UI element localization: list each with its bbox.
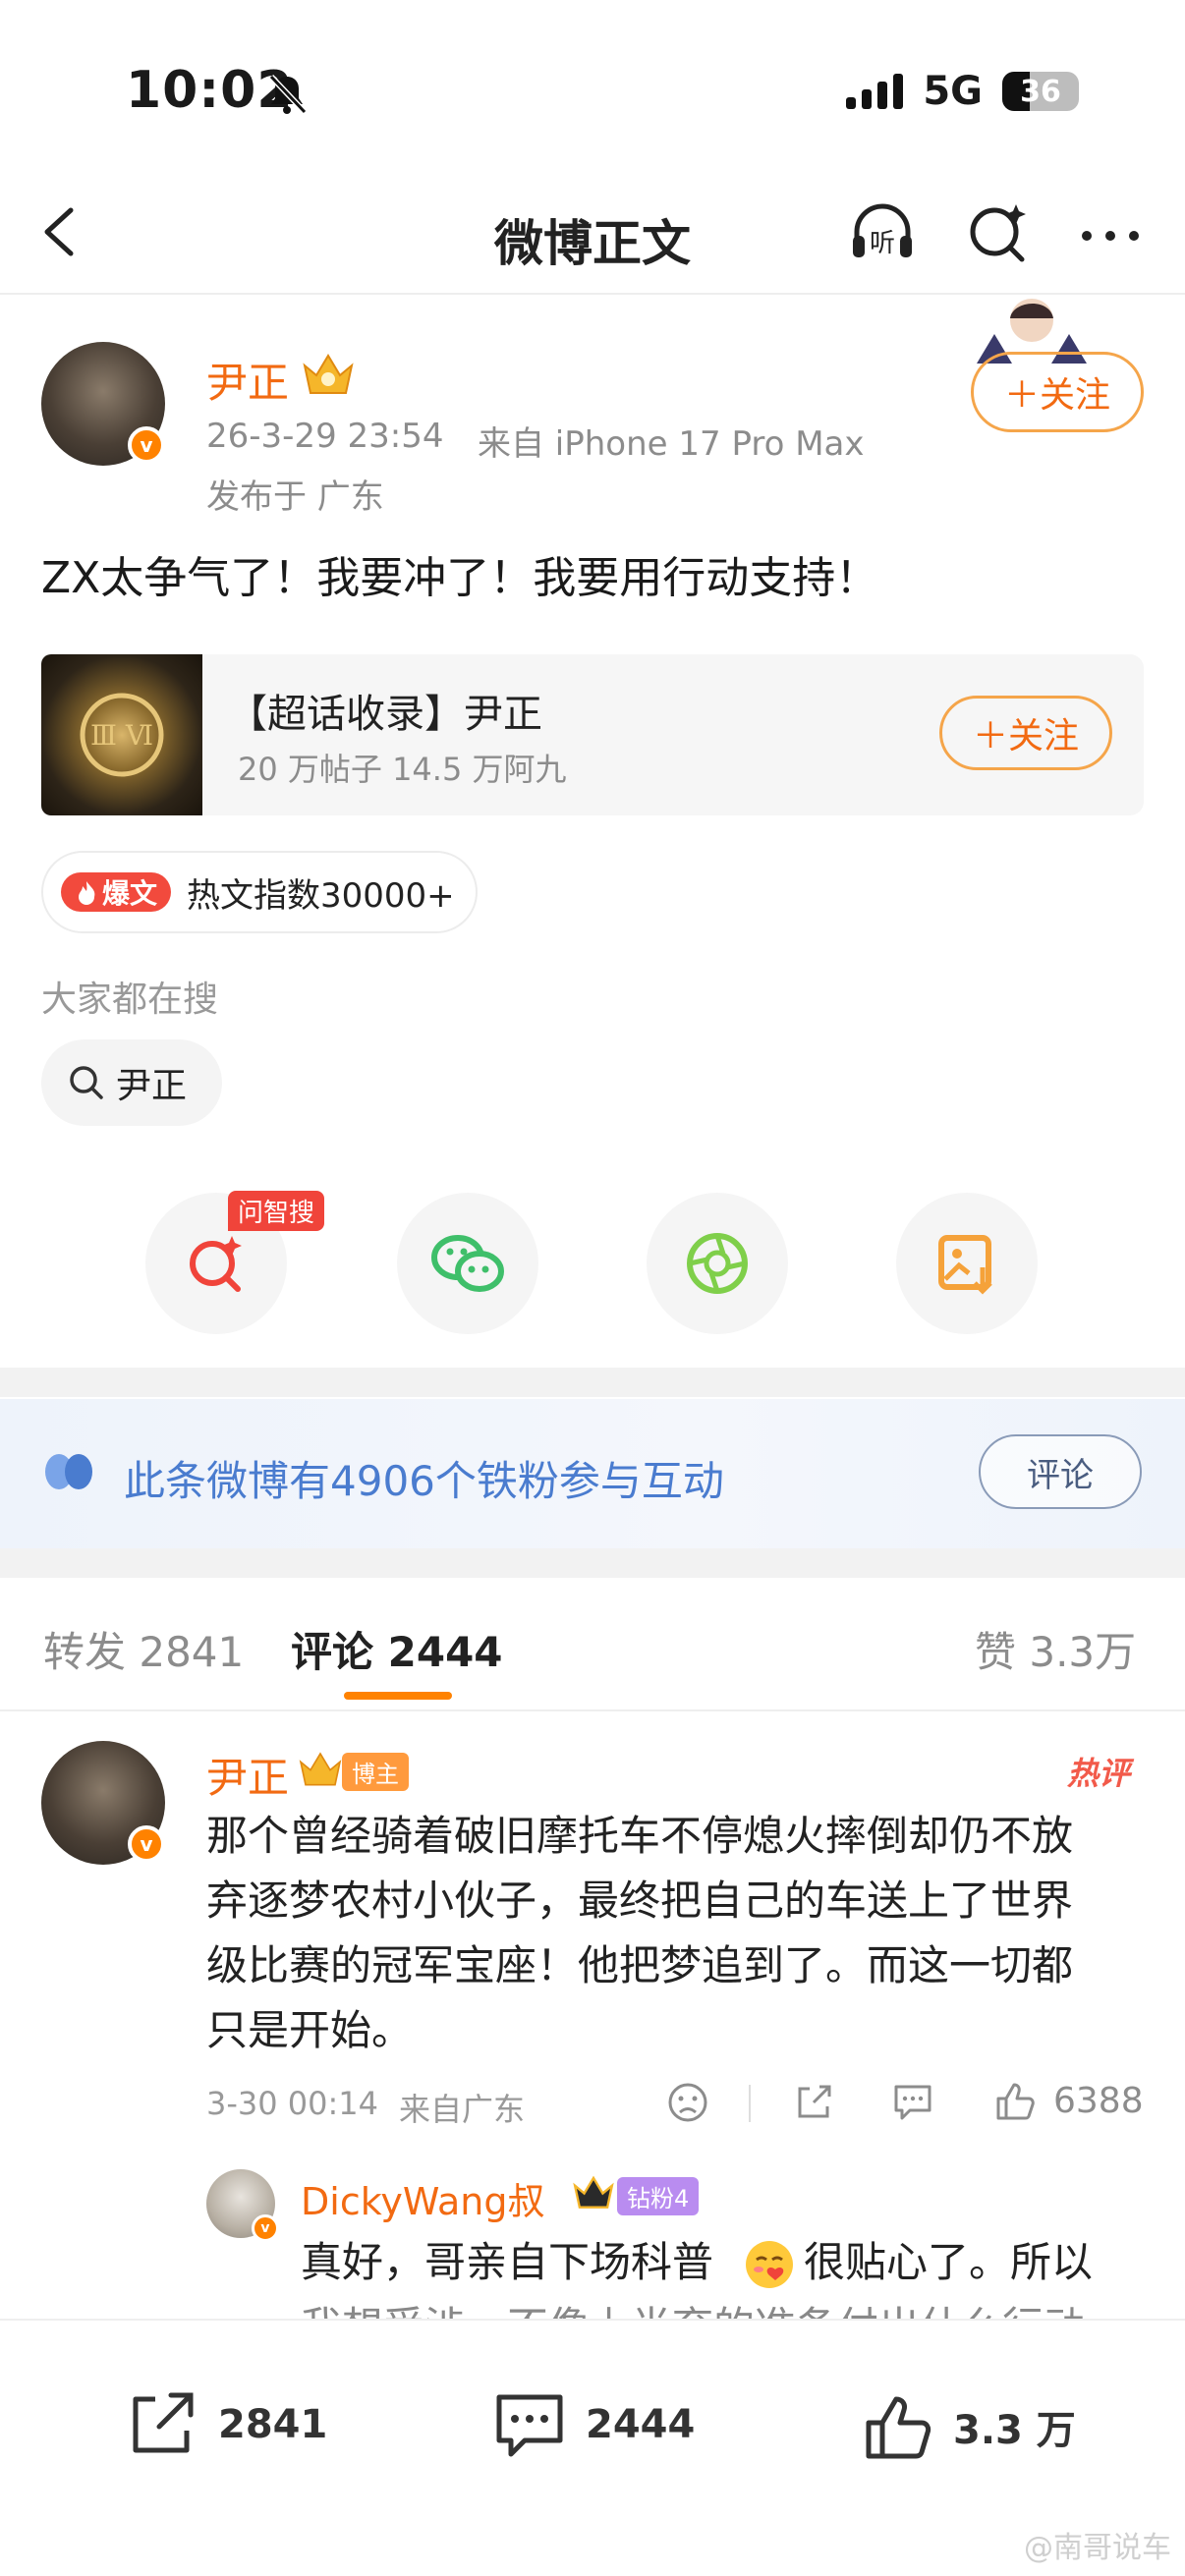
bottom-like-button[interactable]: 3.3 万 <box>861 2389 1076 2464</box>
search-icon <box>70 1066 103 1099</box>
trending-search-text: 尹正 <box>116 1066 188 1106</box>
trending-search-label: 大家都在搜 <box>41 980 219 1020</box>
save-image-button[interactable] <box>896 1193 1038 1334</box>
tab-like[interactable]: 赞 3.3万 <box>975 1619 1136 1679</box>
like-icon[interactable] <box>992 2079 1036 2122</box>
share-wechat-button[interactable] <box>397 1193 538 1334</box>
hot-index-text: 热文指数30000+ <box>187 875 455 916</box>
reply-avatar[interactable]: v <box>206 2169 279 2242</box>
repost-icon[interactable] <box>792 2081 835 2124</box>
blogger-badge: 博主 <box>342 1753 409 1791</box>
fans-interaction-banner: 此条微博有4906个铁粉参与互动 评论 <box>0 1399 1185 1548</box>
ask-search-badge: 问智搜 <box>228 1191 325 1231</box>
author-name[interactable]: 尹正 <box>206 350 289 410</box>
silent-bell-icon <box>268 74 308 115</box>
crown-badge-icon <box>299 1752 342 1786</box>
flame-icon <box>79 881 95 905</box>
more-icon[interactable] <box>1075 196 1146 267</box>
follow-author-button[interactable]: ＋关注 <box>971 352 1144 432</box>
comment-line-1: 那个曾经骑着破旧摩托车不停熄火摔倒却仍不放 <box>206 1812 1074 1860</box>
post-location: 发布于 广东 <box>206 477 384 517</box>
like-icon <box>866 2396 931 2459</box>
section-divider <box>0 1368 1185 1397</box>
kiss-emoji-icon <box>746 2241 793 2288</box>
super-topic-image: Ⅲ Ⅵ <box>41 654 202 815</box>
moments-icon <box>687 1233 748 1294</box>
tab-comment[interactable]: 评论 2444 <box>291 1619 503 1679</box>
bottom-repost-count: 2841 <box>218 2402 328 2447</box>
comment-author[interactable]: 尹正 <box>206 1745 289 1805</box>
hot-comment-label: 热评 <box>1067 1755 1131 1792</box>
signal-icon <box>846 74 904 109</box>
bottom-comment-button[interactable]: 2444 <box>491 2389 695 2460</box>
share-moments-button[interactable] <box>647 1193 788 1334</box>
svg-text:听: 听 <box>870 229 895 258</box>
comment-time: 3-30 00:14 <box>206 2085 379 2122</box>
save-image-icon <box>938 1235 992 1295</box>
comment-line-3: 级比赛的冠军宝座！他把梦追到了。而这一切都 <box>206 1941 1074 1989</box>
commenter-avatar[interactable]: v <box>41 1741 165 1865</box>
nav-bar: 微博正文 听 <box>0 167 1185 295</box>
hot-tag: 爆文 <box>61 872 172 912</box>
post-source: 来自 iPhone 17 Pro Max <box>478 424 865 464</box>
status-right: 5G 36 <box>846 69 1079 114</box>
super-topic-stats: 20 万帖子 14.5 万阿九 <box>238 751 567 788</box>
bottom-repost-button[interactable]: 2841 <box>126 2389 327 2460</box>
comment-like-count: 6388 <box>1053 2081 1144 2121</box>
bottom-comment-count: 2444 <box>586 2402 696 2447</box>
fan-level-badge: 钻粉4 <box>617 2177 700 2215</box>
network-type: 5G <box>923 69 983 114</box>
battery-icon: 36 <box>1002 72 1079 111</box>
wechat-icon <box>431 1235 504 1292</box>
author-avatar[interactable]: v <box>41 342 165 466</box>
interaction-tabs: 转发 2841 评论 2444 赞 3.3万 <box>0 1578 1185 1711</box>
tab-repost[interactable]: 转发 2841 <box>43 1619 244 1679</box>
ask-search-icon <box>190 1236 242 1292</box>
hot-tag-label: 爆文 <box>102 877 158 910</box>
super-topic-card[interactable]: Ⅲ Ⅵ 【超话收录】尹正 20 万帖子 14.5 万阿九 ＋关注 <box>41 654 1144 815</box>
watermark: @南哥说车 <box>1024 2531 1171 2565</box>
comment-line-4: 只是开始。 <box>206 2006 414 2054</box>
verified-badge-icon: v <box>128 1825 165 1863</box>
fans-comment-button[interactable]: 评论 <box>979 1434 1142 1509</box>
crown-badge-icon <box>573 2175 614 2209</box>
reply-line-1a: 真好，哥亲自下场科普 <box>301 2238 714 2286</box>
smart-search-icon[interactable] <box>963 196 1034 267</box>
comment-icon <box>496 2394 563 2457</box>
action-divider <box>749 2085 751 2122</box>
reply-line-1b: 很贴心了。所以 <box>804 2238 1094 2286</box>
post-content: ZX太争气了！我要冲了！我要用行动支持！ <box>41 553 879 603</box>
verified-badge-icon: v <box>128 426 165 464</box>
bottom-action-bar: 2841 2444 3.3 万 <box>0 2319 1185 2576</box>
active-tab-indicator <box>344 1692 452 1700</box>
svg-text:Ⅲ Ⅵ: Ⅲ Ⅵ <box>90 719 153 752</box>
repost-icon <box>133 2392 194 2453</box>
comment-line-2: 弃逐梦农村小伙子，最终把自己的车送上了世界 <box>206 1876 1074 1925</box>
listen-icon[interactable]: 听 <box>847 196 918 267</box>
crown-badge-icon <box>303 354 354 394</box>
trending-search-chip[interactable]: 尹正 <box>41 1039 222 1126</box>
bottom-like-count: 3.3 万 <box>953 2408 1076 2453</box>
super-topic-title: 【超话收录】尹正 <box>228 692 542 737</box>
hot-index-pill[interactable]: 爆文 热文指数30000+ <box>41 851 478 933</box>
post-timestamp: 26-3-29 23:54 <box>206 417 444 456</box>
section-divider <box>0 1548 1185 1578</box>
fans-interaction-text: 此条微博有4906个铁粉参与互动 <box>124 1457 724 1505</box>
follow-topic-button[interactable]: ＋关注 <box>939 696 1112 770</box>
verified-badge-icon: v <box>252 2214 279 2242</box>
reply-author[interactable]: DickyWang叔 <box>301 2171 545 2225</box>
comment-location: 来自广东 <box>399 2091 526 2128</box>
comment-icon[interactable] <box>890 2081 935 2124</box>
dislike-face-icon[interactable] <box>666 2081 709 2124</box>
fans-icon <box>45 1454 92 1489</box>
battery-level: 36 <box>1020 74 1061 109</box>
